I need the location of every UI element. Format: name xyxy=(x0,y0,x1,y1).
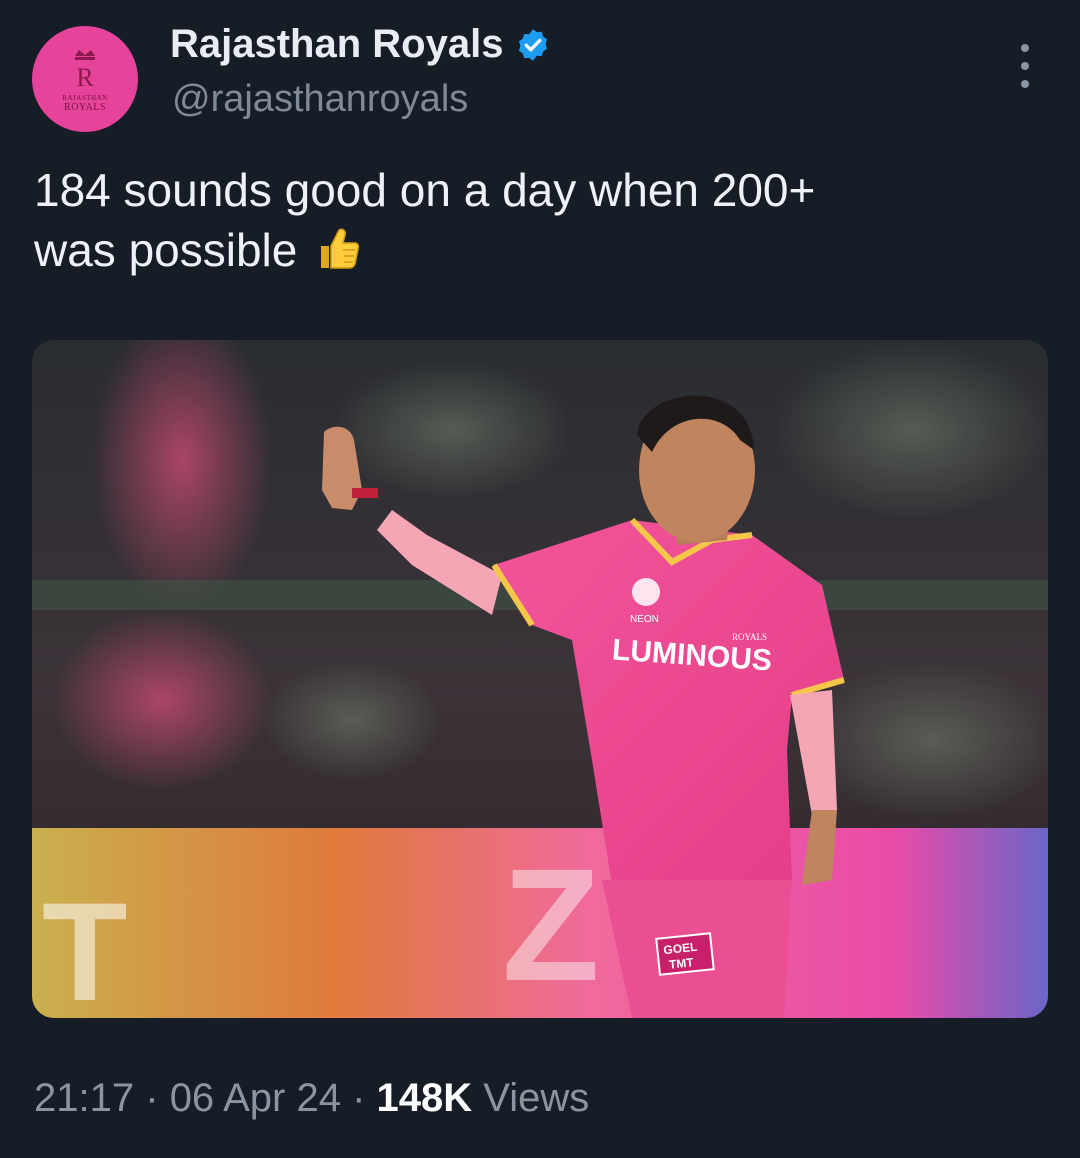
verified-badge-icon xyxy=(515,27,551,63)
meta-separator-1: · xyxy=(145,1076,159,1120)
cricketer-photo: T Z NEON LUMINOUS ROYALS GOEL TMT xyxy=(32,340,1048,1018)
shorts-sponsor-2: TMT xyxy=(668,955,695,972)
tweet-text: 184 sounds good on a day when 200+ was p… xyxy=(34,160,1044,288)
user-handle[interactable]: @rajasthanroyals xyxy=(172,78,468,121)
more-options-icon[interactable] xyxy=(1010,44,1040,88)
profile-avatar[interactable]: R RAJASTHAN ROYALS xyxy=(32,26,138,132)
display-name[interactable]: Rajasthan Royals xyxy=(170,22,551,67)
views-count[interactable]: 148K xyxy=(377,1076,473,1120)
svg-text:Z: Z xyxy=(502,835,600,1014)
royals-crest-icon: R xyxy=(75,49,95,92)
meta-separator-2: · xyxy=(352,1076,366,1120)
tweet-text-line-2: was possible xyxy=(34,224,298,276)
thumbs-up-icon xyxy=(311,224,361,288)
tweet-meta: 21:17 · 06 Apr 24 · 148K Views xyxy=(34,1076,589,1121)
svg-text:T: T xyxy=(42,873,128,1018)
svg-text:R: R xyxy=(76,63,94,92)
jersey-sponsor-small: NEON xyxy=(630,614,659,625)
tweet-text-line-2-wrapper: was possible xyxy=(34,220,1044,288)
avatar-sub-text: RAJASTHAN xyxy=(62,93,108,102)
tweet-text-line-1: 184 sounds good on a day when 200+ xyxy=(34,164,816,216)
display-name-text: Rajasthan Royals xyxy=(170,22,504,66)
avatar-main-text: ROYALS xyxy=(64,101,106,113)
tweet-media-image[interactable]: T Z NEON LUMINOUS ROYALS GOEL TMT xyxy=(32,340,1048,1018)
tweet-date[interactable]: 06 Apr 24 xyxy=(170,1076,341,1120)
jersey-crest-text: ROYALS xyxy=(732,632,767,642)
views-label: Views xyxy=(483,1076,590,1120)
tweet-time[interactable]: 21:17 xyxy=(34,1076,134,1120)
